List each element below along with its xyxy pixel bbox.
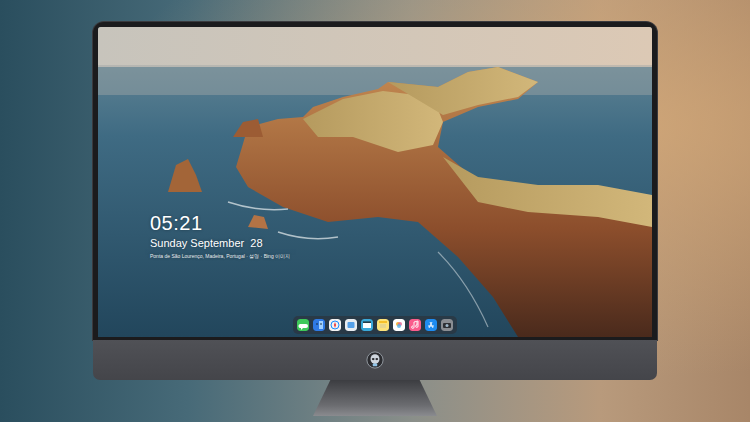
desktop-mockup: 05:21 Sunday September 28 Ponta de São L… bbox=[0, 0, 750, 422]
finder-icon[interactable] bbox=[313, 319, 325, 331]
camera-icon[interactable] bbox=[441, 319, 453, 331]
wallpaper-photo bbox=[98, 27, 652, 337]
dock bbox=[293, 316, 457, 334]
app-store-icon[interactable] bbox=[425, 319, 437, 331]
clock-time: 05:21 bbox=[150, 212, 290, 234]
wallpaper-caption: Ponta de São Lourenço, Madeira, Portugal… bbox=[150, 253, 290, 259]
photos-icon[interactable] bbox=[393, 319, 405, 331]
lock-clock: 05:21 Sunday September 28 Ponta de São L… bbox=[150, 212, 290, 259]
monitor-bezel: 05:21 Sunday September 28 Ponta de São L… bbox=[93, 22, 657, 340]
messages-icon[interactable] bbox=[297, 319, 309, 331]
clock-date: Sunday September 28 bbox=[150, 236, 290, 250]
monitor-stand bbox=[313, 380, 437, 416]
music-icon[interactable] bbox=[409, 319, 421, 331]
notes-icon[interactable] bbox=[377, 319, 389, 331]
files-icon[interactable] bbox=[345, 319, 357, 331]
safari-icon[interactable] bbox=[329, 319, 341, 331]
monitor-screen: 05:21 Sunday September 28 Ponta de São L… bbox=[98, 27, 652, 337]
clapper-icon[interactable] bbox=[361, 319, 373, 331]
brand-logo-icon bbox=[366, 351, 384, 369]
monitor-chin bbox=[93, 340, 657, 380]
